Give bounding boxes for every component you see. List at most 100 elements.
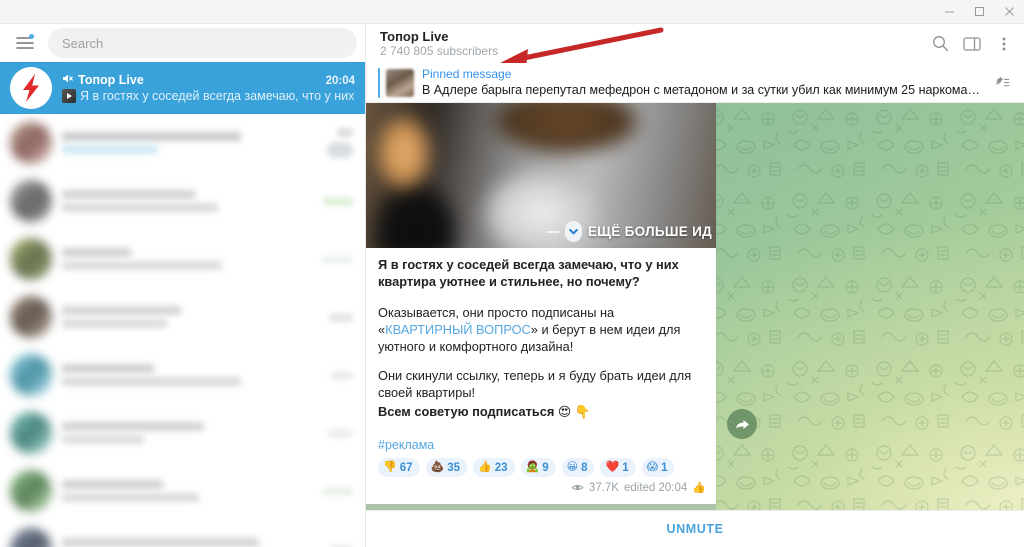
list-item-content bbox=[62, 302, 291, 332]
unmute-bar[interactable]: UNMUTE bbox=[366, 510, 1024, 547]
blurred-badge bbox=[331, 370, 353, 380]
message-paragraph-3: Они скинули ссылку, теперь и я буду брат… bbox=[378, 368, 692, 400]
list-item[interactable] bbox=[0, 404, 365, 462]
go-to-channel-button[interactable]: Перейти в канал ↗ bbox=[366, 504, 716, 510]
message-paragraph-2: Оказывается, они просто подписаны на «КВ… bbox=[378, 304, 704, 355]
reaction-emoji: 👎 bbox=[383, 461, 397, 473]
list-item[interactable] bbox=[0, 288, 365, 346]
page-title: Топор Live bbox=[380, 28, 449, 44]
reaction-count: 23 bbox=[494, 461, 508, 474]
blurred-text bbox=[62, 248, 131, 257]
list-item-content bbox=[62, 418, 291, 448]
window-minimize-button[interactable] bbox=[934, 0, 964, 23]
message-paragraph-4: Всем советую подписаться 😍 👇 bbox=[378, 404, 591, 419]
reaction-chip[interactable]: 😀 8 bbox=[561, 458, 595, 477]
edited-timestamp: edited 20:04 bbox=[623, 481, 688, 494]
conversation-pane: Топор Live 2 740 805 subscribers Pinned … bbox=[366, 24, 1024, 547]
message-hashtag[interactable]: #реклама bbox=[366, 438, 716, 452]
message-paragraph-1: Я в гостях у соседей всегда замечаю, что… bbox=[378, 257, 679, 289]
search-icon[interactable] bbox=[924, 28, 956, 60]
views-eye-icon bbox=[571, 483, 584, 492]
blurred-text bbox=[62, 538, 259, 547]
toggle-sidebar-icon[interactable] bbox=[956, 28, 988, 60]
list-item[interactable] bbox=[0, 230, 365, 288]
list-item[interactable] bbox=[0, 346, 365, 404]
quick-reaction-icon[interactable]: 👍 bbox=[692, 481, 706, 494]
reaction-emoji: 👍 bbox=[478, 461, 492, 473]
reaction-emoji: 😀 bbox=[566, 461, 579, 473]
video-overlay-text: ЕЩЁ БОЛЬШЕ ИД bbox=[587, 224, 712, 239]
search-input[interactable]: Search bbox=[48, 28, 357, 58]
reaction-chip[interactable]: 😱 1 bbox=[641, 458, 675, 477]
telegram-desktop-window: Search Топор Live 20:04 Я в гостях у сос… bbox=[0, 0, 1024, 547]
list-item-content bbox=[62, 244, 291, 274]
subscriber-count: 2 740 805 subscribers bbox=[380, 43, 499, 58]
avatar bbox=[10, 238, 52, 280]
message-text-body: Я в гостях у соседей всегда замечаю, что… bbox=[366, 248, 716, 436]
message-reactions[interactable]: 👎 67 💩 35 👍 23 🧟 9 😀 8 ❤️ 1 😱 1 bbox=[366, 452, 716, 479]
channel-header[interactable]: Топор Live 2 740 805 subscribers bbox=[366, 24, 1024, 68]
list-item[interactable] bbox=[0, 462, 365, 520]
chat-item-preview-row: Я в гостях у соседей всегда замечаю, что… bbox=[62, 89, 355, 104]
channel-message-bubble[interactable]: ЕЩЁ БОЛЬШЕ ИД Я в гостях у соседей всегд… bbox=[366, 103, 716, 510]
list-item-meta bbox=[291, 254, 353, 264]
list-item-content bbox=[62, 360, 291, 390]
chat-background: ЕЩЁ БОЛЬШЕ ИД Я в гостях у соседей всегд… bbox=[366, 103, 1024, 510]
blurred-text bbox=[62, 377, 241, 386]
search-placeholder: Search bbox=[62, 35, 104, 51]
chat-item-preview: Я в гостях у соседей всегда замечаю, что… bbox=[80, 89, 355, 103]
reaction-chip[interactable]: 👍 23 bbox=[473, 458, 515, 477]
view-count: 37.7K bbox=[588, 481, 619, 494]
avatar bbox=[10, 296, 52, 338]
pinned-messages-list-icon[interactable] bbox=[986, 75, 1016, 91]
main-body: Search Топор Live 20:04 Я в гостях у сос… bbox=[0, 24, 1024, 547]
channel-link[interactable]: КВАРТИРНЫЙ ВОПРОС bbox=[385, 322, 531, 337]
sidebar-toolbar: Search bbox=[0, 24, 365, 62]
reaction-count: 1 bbox=[661, 461, 668, 474]
reaction-emoji: 😱 bbox=[646, 461, 659, 473]
window-close-button[interactable] bbox=[994, 0, 1024, 23]
chat-list[interactable]: Топор Live 20:04 Я в гостях у соседей вс… bbox=[0, 62, 365, 547]
hamburger-menu-icon[interactable] bbox=[10, 28, 40, 58]
list-item[interactable] bbox=[0, 114, 365, 172]
blurred-badge bbox=[321, 254, 353, 264]
video-overlay: ЕЩЁ БОЛЬШЕ ИД bbox=[546, 221, 716, 242]
list-item[interactable] bbox=[0, 520, 365, 547]
blurred-chat-rows[interactable]: да тоже норм) bbox=[0, 114, 365, 547]
lightning-bolt-avatar bbox=[10, 67, 52, 109]
avatar bbox=[10, 412, 52, 454]
chat-list-item-active[interactable]: Топор Live 20:04 Я в гостях у соседей вс… bbox=[0, 62, 365, 114]
reaction-chip[interactable]: ❤️ 1 bbox=[600, 458, 636, 477]
overlay-chevron-down-icon bbox=[564, 221, 582, 242]
external-link-icon: ↗ bbox=[702, 508, 710, 510]
chat-list-sidebar: Search Топор Live 20:04 Я в гостях у сос… bbox=[0, 24, 366, 547]
more-options-icon[interactable] bbox=[988, 28, 1020, 60]
message-video-preview[interactable]: ЕЩЁ БОЛЬШЕ ИД bbox=[366, 103, 716, 248]
reaction-chip[interactable]: 💩 35 bbox=[425, 458, 467, 477]
pinned-message-label: Pinned message bbox=[422, 67, 512, 81]
reaction-chip[interactable]: 👎 67 bbox=[378, 458, 420, 477]
blurred-text bbox=[62, 364, 154, 373]
list-item-meta bbox=[291, 428, 353, 438]
list-item-meta bbox=[291, 196, 353, 206]
blurred-badge bbox=[323, 486, 353, 496]
reaction-emoji: 💩 bbox=[430, 461, 445, 473]
reaction-chip[interactable]: 🧟 9 bbox=[520, 458, 556, 477]
reaction-count: 35 bbox=[447, 461, 460, 474]
list-item-meta bbox=[291, 486, 353, 496]
channel-title-block[interactable]: Топор Live 2 740 805 subscribers bbox=[380, 29, 924, 59]
avatar bbox=[10, 470, 52, 512]
unmute-button[interactable]: UNMUTE bbox=[666, 522, 723, 536]
reaction-count: 8 bbox=[581, 461, 588, 474]
video-thumbnail-icon bbox=[62, 89, 76, 103]
list-item[interactable] bbox=[0, 172, 365, 230]
avatar bbox=[10, 122, 52, 164]
forward-share-icon[interactable] bbox=[727, 409, 757, 439]
window-maximize-button[interactable] bbox=[964, 0, 994, 23]
window-title-bar bbox=[0, 0, 1024, 24]
pinned-message-bar[interactable]: Pinned message В Адлере барыга перепутал… bbox=[366, 63, 1024, 103]
pinned-message-thumbnail bbox=[386, 68, 414, 97]
reaction-count: 9 bbox=[542, 461, 549, 474]
message-meta: 37.7K edited 20:04 👍 bbox=[366, 479, 716, 501]
chat-item-header: Топор Live 20:04 bbox=[62, 73, 355, 87]
